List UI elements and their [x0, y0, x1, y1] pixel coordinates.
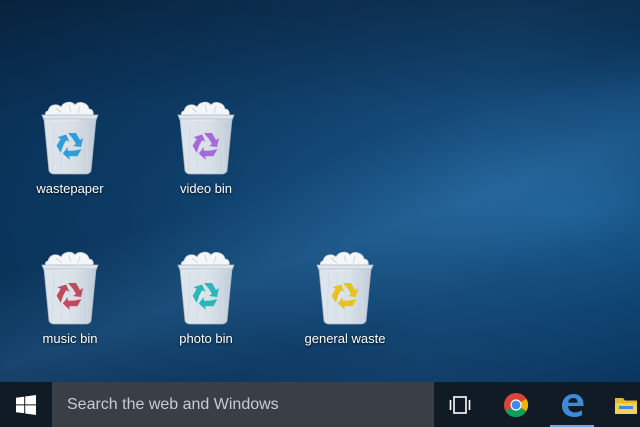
desktop-icon-music-bin[interactable]: music bin [10, 245, 130, 355]
chrome-button[interactable] [490, 382, 542, 427]
desktop-icon-label: general waste [304, 331, 386, 346]
desktop-icon-label: music bin [42, 331, 98, 346]
edge-button[interactable] [546, 382, 598, 427]
desktop-icon-general-waste[interactable]: general waste [285, 245, 405, 355]
start-button[interactable] [0, 382, 52, 427]
desktop-icon-label: photo bin [179, 331, 233, 346]
recycle-bin-icon [41, 101, 99, 175]
recycle-bin-icon [177, 101, 235, 175]
recycle-bin-icon [177, 251, 235, 325]
edge-icon [562, 394, 584, 417]
desktop-icon-photo-bin[interactable]: photo bin [146, 245, 266, 355]
desktop-icon-label: video bin [179, 181, 233, 196]
desktop-icon-wastepaper[interactable]: wastepaper [10, 95, 130, 205]
file-explorer-button[interactable] [600, 382, 640, 427]
windows-logo-icon [16, 395, 36, 415]
task-view-button[interactable] [434, 382, 486, 427]
recycle-bin-icon [41, 251, 99, 325]
recycle-bin-icon [316, 251, 374, 325]
taskbar: Search the web and Windows [0, 382, 640, 427]
desktop-icon-video-bin[interactable]: video bin [146, 95, 266, 205]
search-input[interactable]: Search the web and Windows [52, 382, 434, 427]
chrome-icon [504, 393, 529, 417]
desktop: wastepaper video bin music bin photo bin… [0, 0, 640, 382]
file-explorer-icon [615, 398, 637, 414]
task-view-icon [449, 396, 471, 414]
desktop-icon-label: wastepaper [36, 181, 104, 196]
